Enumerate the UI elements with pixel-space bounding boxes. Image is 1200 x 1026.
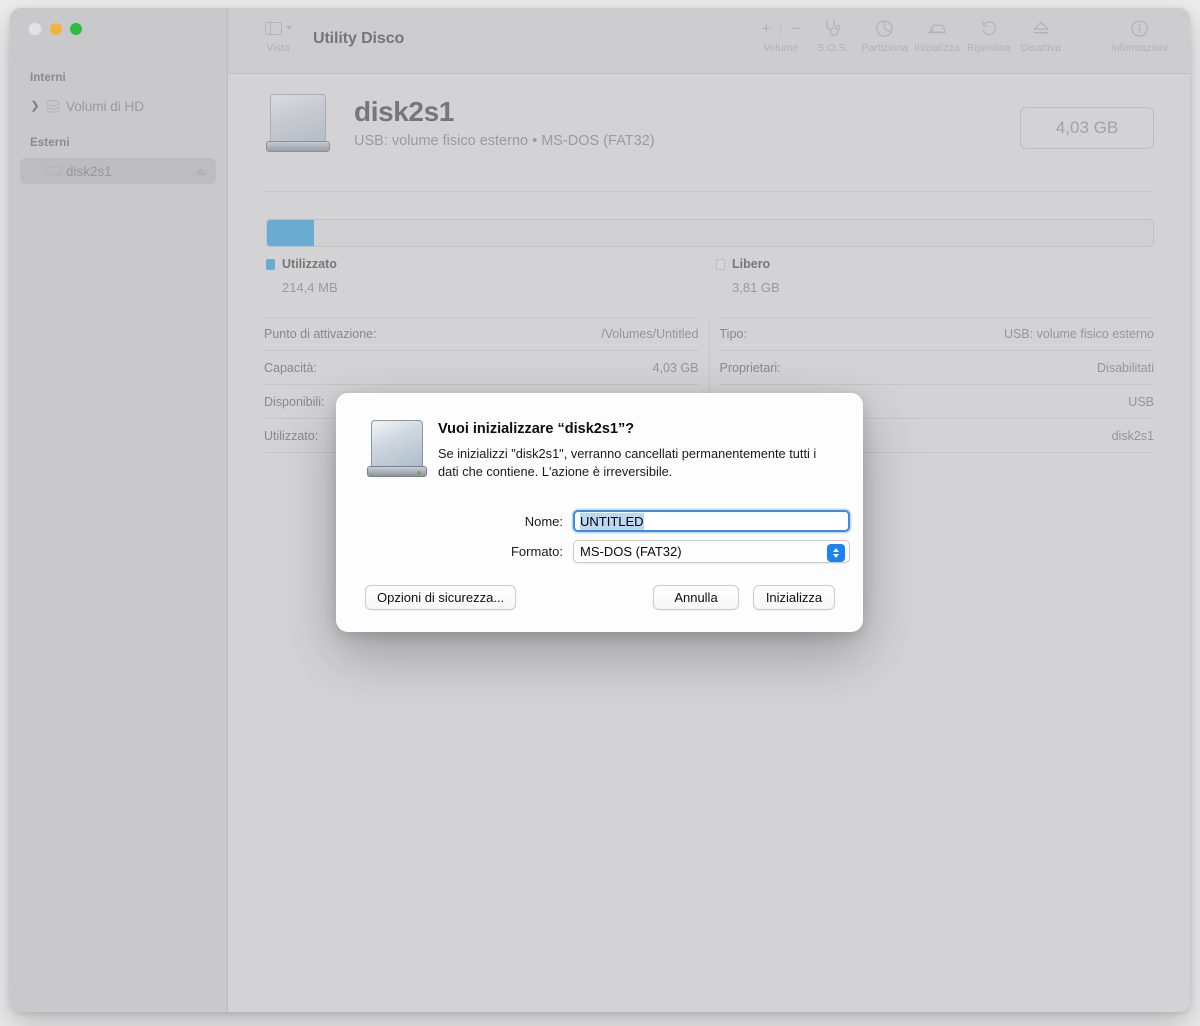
plus-minus-icon[interactable]: + − [755,18,807,38]
external-drive-icon [264,92,332,154]
legend-item-free: Libero 3,81 GB [716,257,780,295]
info-key: Utilizzato: [264,428,319,443]
stethoscope-icon[interactable] [807,18,859,38]
toolbar-button-label: Inizializza [914,42,960,54]
maximize-window-button[interactable] [70,23,82,35]
info-key: Proprietari: [719,360,781,375]
info-key: Punto di attivazione: [264,327,377,341]
legend-swatch-used [266,258,275,270]
table-row: Punto di attivazione: /Volumes/Untitled [264,317,699,351]
volume-header: disk2s1 USB: volume fisico esterno • MS-… [264,92,655,154]
erase-confirmation-dialog: Vuoi inizializzare “disk2s1”? Se inizial… [336,393,863,632]
toolbar-button-label: Volume [763,42,799,54]
legend-value: 3,81 GB [732,280,780,295]
pie-chart-icon[interactable] [859,18,911,38]
toolbar-view-label: Vista [266,42,290,54]
capacity-badge: 4,03 GB [1020,107,1154,149]
volume-subtitle: USB: volume fisico esterno • MS-DOS (FAT… [354,132,655,149]
sidebar-section-external: Esterni [30,137,70,149]
eject-icon[interactable]: ⏏ [196,165,206,178]
storage-legend: Utilizzato 214,4 MB Libero 3,81 GB [266,257,1154,301]
info-key: Disponibili: [264,394,325,409]
sidebar-section-internal: Interni [30,72,66,84]
info-circle-icon[interactable] [1111,18,1168,38]
toolbar-button-label: Ripristina [966,42,1011,54]
sidebar-icon[interactable] [264,21,282,35]
sidebar-view-toggle[interactable]: Vista [255,18,301,54]
toolbar-button-label: Partiziona [861,42,909,54]
table-row: Tipo: USB: volume fisico esterno [719,317,1154,351]
disclosure-chevron-right-icon[interactable]: ❯ [28,100,42,112]
toolbar-button-label: Informazioni [1110,42,1168,54]
toolbar-button-disattiva[interactable]: Disattiva [1015,18,1067,54]
undo-arrow-icon[interactable] [963,18,1015,38]
toolbar-button-partiziona[interactable]: Partiziona [859,18,911,54]
toolbar: Vista Utility Disco + − Volume S.O.S. Pa… [228,8,1190,74]
external-drive-icon [42,165,64,178]
info-value: disk2s1 [1111,428,1154,443]
info-value: 4,03 GB [652,360,699,375]
volume-name: disk2s1 [354,96,454,128]
security-options-button[interactable]: Opzioni di sicurezza... [365,585,517,610]
info-key: Capacità: [264,360,317,375]
name-input[interactable]: UNTITLED [573,510,850,532]
format-field-row: Formato: MS-DOS (FAT32) [491,540,850,563]
name-field-row: Nome: UNTITLED [491,510,850,532]
stacked-disks-icon [42,99,64,114]
info-key: Tipo: [719,327,747,341]
format-field-label: Formato: [510,544,563,559]
legend-swatch-free [716,258,725,270]
chevron-down-icon[interactable] [285,26,292,30]
format-select-value: MS-DOS (FAT32) [580,544,682,559]
cancel-button[interactable]: Annulla [653,585,739,610]
info-value: USB: volume fisico esterno [1003,327,1154,341]
dialog-message: Se inizializzi "disk2s1", verranno cance… [438,446,817,480]
eject-icon[interactable] [1015,18,1067,38]
eraser-icon[interactable] [911,18,963,38]
toolbar-button-volume[interactable]: + − Volume [755,18,807,55]
info-value: USB [1128,394,1154,409]
chevron-up-down-icon[interactable] [827,543,845,562]
legend-label: Utilizzato [282,257,337,271]
toolbar-button-label: Disattiva [1020,42,1061,54]
window-traffic-lights [28,22,82,36]
sidebar-item-disk2s1[interactable]: disk2s1 ⏏ [20,158,216,184]
sidebar-item-label: Volumi di HD [66,98,145,114]
header-divider [264,191,1154,192]
toolbar-actions: + − Volume S.O.S. Partiziona Inizializza… [755,18,1168,55]
info-value: Disabilitati [1097,360,1154,375]
toolbar-button-informazioni[interactable]: Informazioni [1111,18,1168,54]
app-title: Utility Disco [313,30,405,47]
minimize-window-button[interactable] [50,23,62,35]
toolbar-button-ripristina[interactable]: Ripristina [963,18,1015,54]
storage-used-segment [267,220,314,246]
toolbar-button-label: S.O.S. [817,42,849,54]
name-field-label: Nome: [524,513,563,529]
sidebar: Interni ❯ Volumi di HD Esterni disk2s1 ⏏ [10,8,228,1012]
legend-label: Libero [732,257,771,271]
external-drive-icon [366,419,428,479]
table-row: Proprietari: Disabilitati [719,351,1154,385]
toolbar-button-inizializza[interactable]: Inizializza [911,18,963,54]
storage-usage-bar [266,219,1154,247]
sidebar-item-label: disk2s1 [66,163,112,179]
erase-button[interactable]: Inizializza [753,585,835,610]
info-value: /Volumes/Untitled [601,327,699,341]
close-window-button[interactable] [28,22,42,36]
sidebar-item-volumi-di-hd[interactable]: ❯ Volumi di HD [20,93,216,119]
toolbar-button-sos[interactable]: S.O.S. [807,18,859,54]
legend-value: 214,4 MB [282,280,338,295]
table-row: Capacità: 4,03 GB [264,351,699,385]
disk-utility-window: Interni ❯ Volumi di HD Esterni disk2s1 ⏏… [10,8,1190,1012]
legend-item-used: Utilizzato 214,4 MB [266,257,338,295]
format-select[interactable]: MS-DOS (FAT32) [573,540,850,563]
name-input-value: UNTITLED [580,512,644,530]
dialog-title: Vuoi inizializzare “disk2s1”? [438,421,635,437]
